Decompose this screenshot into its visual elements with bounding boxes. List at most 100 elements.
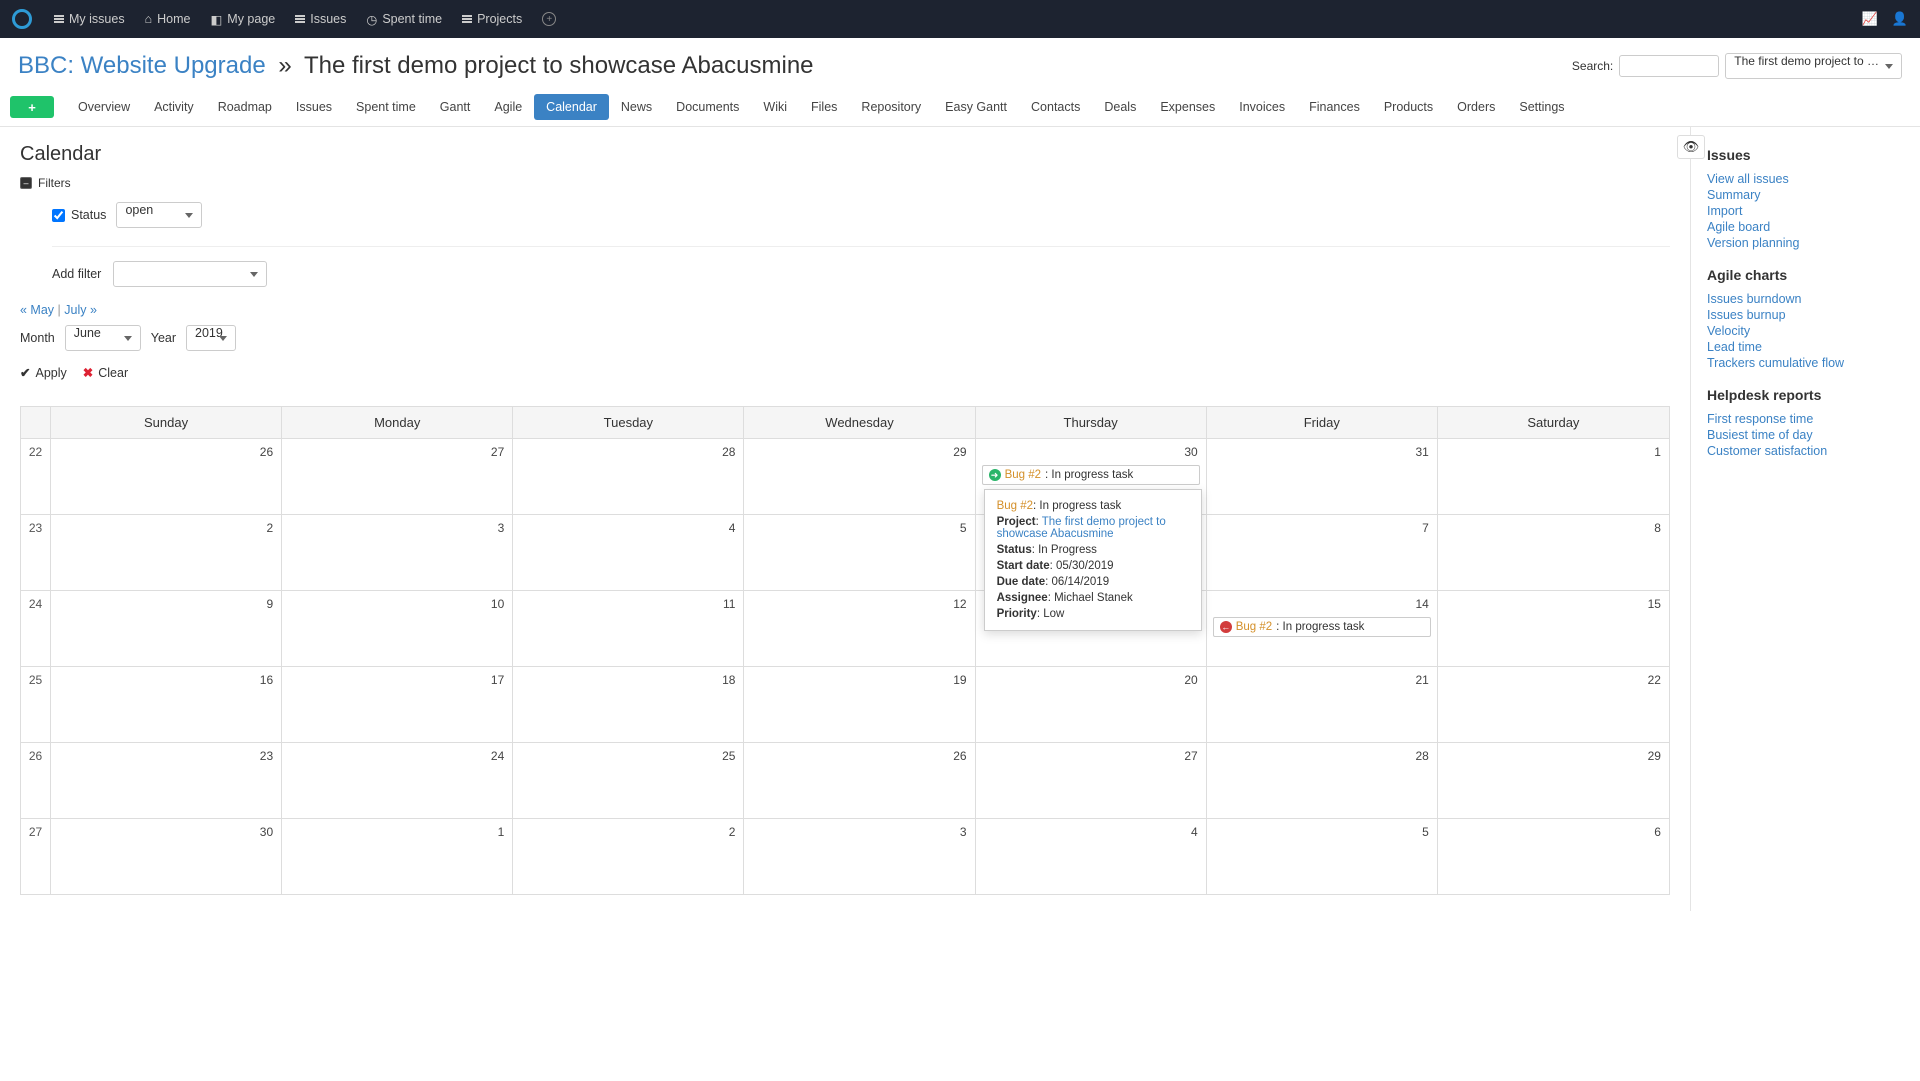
calendar-day[interactable]: 28 [1207,743,1438,818]
calendar-day[interactable]: 8 [1438,515,1669,590]
calendar-day[interactable]: 14←Bug #2: In progress task [1207,591,1438,666]
sidebar-toggle[interactable]: 👁 [1677,135,1705,159]
calendar-day[interactable]: 31 [1207,439,1438,514]
calendar-day[interactable]: 3 [282,515,513,590]
calendar-day[interactable]: 28 [513,439,744,514]
add-button[interactable]: + [10,96,54,118]
calendar-day[interactable]: 25 [513,743,744,818]
tab-news[interactable]: News [609,94,664,120]
clear-button[interactable]: ✖Clear [83,365,128,380]
nav-issues[interactable]: Issues [287,6,354,32]
user-icon[interactable]: 👤 [1892,11,1908,27]
calendar-day[interactable]: 26 [744,743,975,818]
calendar-day[interactable]: 24 [282,743,513,818]
calendar-day[interactable]: 5 [744,515,975,590]
tab-roadmap[interactable]: Roadmap [206,94,284,120]
calendar-day[interactable]: 1 [282,819,513,894]
sidebar-link[interactable]: Agile board [1707,219,1904,235]
tab-files[interactable]: Files [799,94,849,120]
calendar-day[interactable]: 18 [513,667,744,742]
sidebar-link[interactable]: Lead time [1707,339,1904,355]
tab-repository[interactable]: Repository [849,94,933,120]
nav-projects[interactable]: Projects [454,6,530,32]
sidebar-link[interactable]: Velocity [1707,323,1904,339]
calendar-day[interactable]: 27 [976,743,1207,818]
nav-my-page[interactable]: ◧My page [202,6,283,33]
calendar-day[interactable]: 4 [976,819,1207,894]
status-filter[interactable]: Status [52,208,106,222]
tab-easy-gantt[interactable]: Easy Gantt [933,94,1019,120]
calendar-event[interactable]: ←Bug #2: In progress task [1213,617,1431,637]
calendar-day[interactable]: 12 [744,591,975,666]
calendar-day[interactable]: 1 [1438,439,1669,514]
calendar-day[interactable]: 15 [1438,591,1669,666]
tab-products[interactable]: Products [1372,94,1445,120]
month-select[interactable]: June [65,325,141,351]
calendar-day[interactable]: 17 [282,667,513,742]
calendar-day[interactable]: 9 [51,591,282,666]
search-input[interactable] [1619,55,1719,77]
sidebar-link[interactable]: Version planning [1707,235,1904,251]
tab-orders[interactable]: Orders [1445,94,1507,120]
calendar-day[interactable]: 29 [1438,743,1669,818]
calendar-day[interactable]: 16 [51,667,282,742]
calendar-day[interactable]: 3 [744,819,975,894]
calendar-event[interactable]: ➜Bug #2: In progress task [982,465,1200,485]
tab-settings[interactable]: Settings [1507,94,1576,120]
calendar-day[interactable]: 20 [976,667,1207,742]
calendar-day[interactable]: 26 [51,439,282,514]
calendar-day[interactable]: 2 [51,515,282,590]
prev-month[interactable]: « May [20,303,54,317]
calendar-day[interactable]: 7 [1207,515,1438,590]
calendar-day[interactable]: 27 [282,439,513,514]
apply-button[interactable]: ✔Apply [20,365,67,380]
sidebar-link[interactable]: View all issues [1707,171,1904,187]
sidebar-link[interactable]: Issues burnup [1707,307,1904,323]
nav-add[interactable]: + [534,6,564,32]
calendar-day[interactable]: 10 [282,591,513,666]
calendar-day[interactable]: 6 [1438,819,1669,894]
sidebar-link[interactable]: First response time [1707,411,1904,427]
tab-spent-time[interactable]: Spent time [344,94,428,120]
calendar-day[interactable]: 19 [744,667,975,742]
nav-my-issues[interactable]: My issues [46,6,133,32]
calendar-day[interactable]: 30➜Bug #2: In progress taskBug #2: In pr… [976,439,1207,514]
calendar-day[interactable]: 5 [1207,819,1438,894]
logo-icon[interactable] [12,9,32,29]
project-selector[interactable]: The first demo project to … [1725,53,1902,79]
calendar-day[interactable]: 21 [1207,667,1438,742]
tab-overview[interactable]: Overview [66,94,142,120]
breadcrumb-project[interactable]: BBC: Website Upgrade [18,52,266,79]
nav-spent-time[interactable]: ◷Spent time [358,6,450,33]
tab-deals[interactable]: Deals [1092,94,1148,120]
status-select[interactable]: open [116,202,202,228]
stats-icon[interactable]: 📈 [1862,11,1878,27]
tab-documents[interactable]: Documents [664,94,751,120]
tab-finances[interactable]: Finances [1297,94,1372,120]
calendar-day[interactable]: 2 [513,819,744,894]
tab-calendar[interactable]: Calendar [534,94,609,120]
calendar-day[interactable]: 29 [744,439,975,514]
tab-invoices[interactable]: Invoices [1227,94,1297,120]
tab-gantt[interactable]: Gantt [428,94,483,120]
sidebar-link[interactable]: Import [1707,203,1904,219]
tab-contacts[interactable]: Contacts [1019,94,1092,120]
sidebar-link[interactable]: Busiest time of day [1707,427,1904,443]
tab-activity[interactable]: Activity [142,94,206,120]
sidebar-link[interactable]: Summary [1707,187,1904,203]
sidebar-link[interactable]: Issues burndown [1707,291,1904,307]
status-checkbox[interactable] [52,209,65,222]
sidebar-link[interactable]: Trackers cumulative flow [1707,355,1904,371]
nav-home[interactable]: ⌂Home [137,6,199,32]
calendar-day[interactable]: 4 [513,515,744,590]
calendar-day[interactable]: 11 [513,591,744,666]
tab-expenses[interactable]: Expenses [1148,94,1227,120]
filters-toggle[interactable]: – Filters [20,176,1670,190]
tab-issues[interactable]: Issues [284,94,344,120]
calendar-day[interactable]: 23 [51,743,282,818]
tab-wiki[interactable]: Wiki [751,94,799,120]
calendar-day[interactable]: 22 [1438,667,1669,742]
calendar-day[interactable]: 30 [51,819,282,894]
sidebar-link[interactable]: Customer satisfaction [1707,443,1904,459]
year-select[interactable]: 2019 [186,325,236,351]
